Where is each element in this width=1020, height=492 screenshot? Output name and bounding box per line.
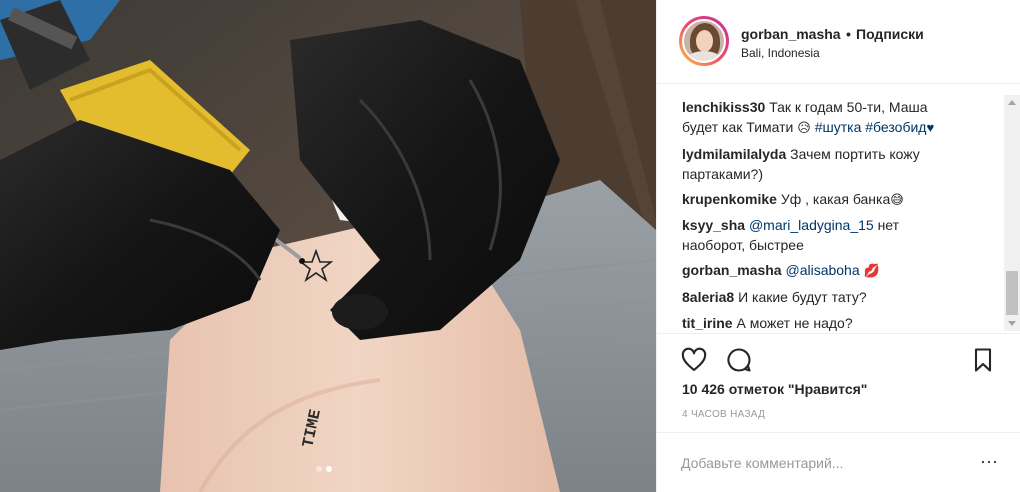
comment-text: Так к годам 50-ти, Маша bbox=[769, 99, 928, 115]
comment-item: 8aleria8 И какие будут тату? bbox=[682, 287, 1002, 307]
hashtag-link[interactable]: #шутка bbox=[815, 119, 862, 135]
comment-item: tit_irine А может не надо? bbox=[682, 313, 1002, 333]
heart-emoji-icon: ♥ bbox=[926, 120, 935, 135]
comment-text: А может не надо? bbox=[736, 315, 853, 331]
comment-text: нет bbox=[877, 217, 900, 233]
comment-item: gorban_masha @alisaboha 💋 bbox=[682, 260, 1002, 281]
speech-bubble-icon bbox=[727, 348, 751, 372]
comments-scrollbar[interactable] bbox=[1004, 95, 1020, 331]
comment-author[interactable]: 8aleria8 bbox=[682, 289, 734, 305]
separator-dot: • bbox=[846, 26, 851, 42]
comment-button[interactable] bbox=[725, 346, 753, 374]
comment-author[interactable]: lenchikiss30 bbox=[682, 99, 765, 115]
comment-text: И какие будут тату? bbox=[738, 289, 867, 305]
comment-text: будет как Тимати bbox=[682, 119, 794, 135]
scroll-down-arrow-icon[interactable] bbox=[1008, 321, 1016, 326]
mention-link[interactable]: @alisaboha bbox=[785, 262, 859, 278]
more-options-button[interactable]: ··· bbox=[977, 452, 1001, 473]
post-header: gorban_masha • Подписки Bali, Indonesia bbox=[657, 0, 1020, 84]
comment-text: наоборот, быстрее bbox=[682, 237, 804, 253]
tattoo-photo: TIME bbox=[0, 0, 656, 492]
post-timestamp[interactable]: 4 часов назад bbox=[682, 409, 765, 420]
heart-outline-icon bbox=[681, 347, 707, 371]
scroll-up-arrow-icon[interactable] bbox=[1008, 100, 1016, 105]
comment-author[interactable]: lydmilamilalyda bbox=[682, 146, 786, 162]
emoji-icon: 😅 bbox=[890, 192, 904, 207]
like-button[interactable] bbox=[680, 346, 708, 374]
comment-author[interactable]: gorban_masha bbox=[682, 262, 782, 278]
likes-count[interactable]: 10 426 отметок "Нравится" bbox=[682, 381, 867, 397]
comment-item: krupenkomike Уф , какая банка😅 bbox=[682, 189, 1002, 210]
comment-item: lenchikiss30 Так к годам 50-ти, Маша буд… bbox=[682, 97, 1002, 138]
comment-author[interactable]: krupenkomike bbox=[682, 191, 777, 207]
comment-item: lydmilamilalyda Зачем портить кожу парта… bbox=[682, 144, 1002, 184]
location-link[interactable]: Bali, Indonesia bbox=[741, 46, 820, 60]
avatar[interactable] bbox=[682, 19, 726, 63]
post-author-username[interactable]: gorban_masha bbox=[741, 26, 841, 42]
post-image[interactable]: TIME bbox=[0, 0, 656, 492]
add-comment-section: ··· bbox=[657, 432, 1020, 492]
scrollbar-thumb[interactable] bbox=[1006, 271, 1018, 315]
comment-input[interactable] bbox=[681, 451, 961, 475]
save-button[interactable] bbox=[969, 346, 997, 374]
comment-item: ksyy_sha @mari_ladygina_15 нет наоборот,… bbox=[682, 215, 1002, 255]
bookmark-icon bbox=[974, 348, 992, 372]
mention-link[interactable]: @mari_ladygina_15 bbox=[749, 217, 874, 233]
comment-author[interactable]: tit_irine bbox=[682, 315, 733, 331]
comments-list: lenchikiss30 Так к годам 50-ти, Маша буд… bbox=[657, 85, 1020, 333]
following-button[interactable]: Подписки bbox=[856, 26, 924, 42]
post-actions-bar bbox=[657, 333, 1020, 385]
carousel-dot[interactable] bbox=[316, 466, 322, 472]
carousel-indicator bbox=[316, 466, 332, 472]
post-details-panel: gorban_masha • Подписки Bali, Indonesia … bbox=[656, 0, 1020, 492]
comment-author[interactable]: ksyy_sha bbox=[682, 217, 745, 233]
hashtag-link[interactable]: #безобид bbox=[865, 119, 926, 135]
carousel-dot-active[interactable] bbox=[326, 466, 332, 472]
comment-text: Уф , какая банка bbox=[780, 191, 891, 207]
comment-text: Зачем портить кожу bbox=[790, 146, 920, 162]
comment-text: партаками?) bbox=[682, 166, 763, 182]
avatar-story-ring[interactable] bbox=[679, 16, 729, 66]
emoji-icon: 😥 bbox=[797, 120, 811, 135]
kiss-emoji-icon: 💋 bbox=[863, 263, 880, 278]
